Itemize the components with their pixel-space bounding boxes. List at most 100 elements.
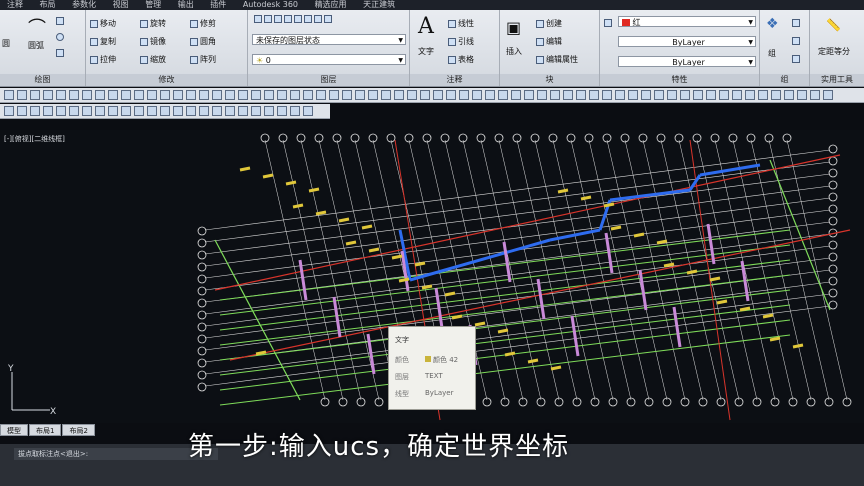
color-select[interactable]: 红 ▼ [618,16,756,27]
toolbar-tool-icon[interactable] [745,90,755,100]
toolbar-tool-icon[interactable] [524,90,534,100]
rotate-button[interactable]: 旋转 [140,18,166,29]
toolbar-tool-icon[interactable] [186,90,196,100]
toolbar-tool-icon[interactable] [342,90,352,100]
rect-icon[interactable] [56,16,66,25]
properties-panel-title[interactable]: 特性 [600,74,759,86]
toolbar-tool-icon[interactable] [212,106,222,116]
modify-panel-title[interactable]: 修改 [86,74,247,86]
toolbar-tool-icon[interactable] [667,90,677,100]
toolbar-tool-icon[interactable] [95,90,105,100]
annotation-panel-title[interactable]: 注释 [410,74,499,86]
toolbar-tool-icon[interactable] [693,90,703,100]
toolbar-tool-icon[interactable] [43,90,53,100]
menu-tangent[interactable]: 天正建筑 [363,0,395,10]
toolbar-tool-icon[interactable] [602,90,612,100]
toolbar-tool-icon[interactable] [43,106,53,116]
toolbar-tool-icon[interactable] [82,106,92,116]
ungroup-icon[interactable] [792,18,802,27]
toolbar-tool-icon[interactable] [329,90,339,100]
viewport-label[interactable]: [-][俯视][二维线框] [4,134,65,144]
hatch-icon[interactable] [56,48,66,57]
toolbar-tool-icon[interactable] [407,90,417,100]
toolbar-tool-icon[interactable] [641,90,651,100]
toolbar-tool-icon[interactable] [771,90,781,100]
group-select-icon[interactable] [792,54,802,63]
tab-model[interactable]: 模型 [0,424,28,436]
insert-button[interactable]: 插入 [506,46,522,57]
block-panel-title[interactable]: 块 [500,74,599,86]
toolbar-tool-icon[interactable] [290,90,300,100]
toolbar-tool-icon[interactable] [160,106,170,116]
match-properties-icon[interactable] [604,18,614,27]
toolbar-tool-icon[interactable] [147,90,157,100]
toolbar-tool-icon[interactable] [160,90,170,100]
ellipse-icon[interactable] [56,32,66,41]
edit-attr-button[interactable]: 编辑属性 [536,54,578,65]
menu-autodesk360[interactable]: Autodesk 360 [243,0,298,10]
menu-layout[interactable]: 布局 [40,0,56,10]
toolbar-tool-icon[interactable] [69,90,79,100]
create-block-button[interactable]: 创建 [536,18,562,29]
toolbar-tool-icon[interactable] [251,90,261,100]
toolbar-tool-icon[interactable] [277,106,287,116]
group-edit-icon[interactable] [792,36,802,45]
toolbar-tool-icon[interactable] [186,106,196,116]
toolbar-tool-icon[interactable] [95,106,105,116]
arc-button[interactable]: 圆弧 [28,40,44,51]
menu-manage[interactable]: 管理 [145,0,161,10]
toolbar-tool-icon[interactable] [823,90,833,100]
toolbar-tool-icon[interactable] [446,90,456,100]
toolbar-tool-icon[interactable] [121,90,131,100]
toolbar-tool-icon[interactable] [472,90,482,100]
leader-button[interactable]: 引线 [448,36,474,47]
toolbar-tool-icon[interactable] [173,90,183,100]
copy-button[interactable]: 复制 [90,36,116,47]
toolbar-tool-icon[interactable] [784,90,794,100]
toolbar-tool-icon[interactable] [199,106,209,116]
toolbar-tool-icon[interactable] [394,90,404,100]
toolbar-tool-icon[interactable] [212,90,222,100]
layer-state-select[interactable]: 未保存的图层状态 ▼ [252,34,406,45]
tab-layout2[interactable]: 布局2 [62,424,95,436]
toolbar-tool-icon[interactable] [459,90,469,100]
toolbar-tool-icon[interactable] [173,106,183,116]
linetype-select[interactable]: ByLayer ▼ [618,36,756,47]
menu-plugins[interactable]: 插件 [210,0,226,10]
menu-view[interactable]: 视图 [113,0,129,10]
toolbar-tool-icon[interactable] [550,90,560,100]
toolbar-tool-icon[interactable] [56,106,66,116]
toolbar-tool-icon[interactable] [654,90,664,100]
linear-dim-button[interactable]: 线性 [448,18,474,29]
circle-button[interactable]: 圆 [2,38,10,49]
toolbar-tool-icon[interactable] [303,90,313,100]
toolbar-tool-icon[interactable] [576,90,586,100]
toolbar-tool-icon[interactable] [498,90,508,100]
toolbar-tool-icon[interactable] [433,90,443,100]
edit-block-button[interactable]: 编辑 [536,36,562,47]
layer-current-select[interactable]: ☀ 0 ▼ [252,54,406,65]
toolbar-tool-icon[interactable] [4,90,14,100]
toolbar-tool-icon[interactable] [589,90,599,100]
measure-button[interactable]: 定距等分 [818,46,850,57]
toolbar-tool-icon[interactable] [147,106,157,116]
table-button[interactable]: 表格 [448,54,474,65]
toolbar-tool-icon[interactable] [225,90,235,100]
toolbar-tool-icon[interactable] [121,106,131,116]
text-button[interactable]: 文字 [418,46,434,57]
toolbar-tool-icon[interactable] [30,90,40,100]
toolbar-tool-icon[interactable] [82,90,92,100]
group-panel-title[interactable]: 组 [760,74,809,86]
toolbar-tool-icon[interactable] [225,106,235,116]
toolbar-tool-icon[interactable] [108,106,118,116]
toolbar-tool-icon[interactable] [199,90,209,100]
menu-output[interactable]: 输出 [178,0,194,10]
fillet-button[interactable]: 圆角 [190,36,216,47]
toolbar-tool-icon[interactable] [134,106,144,116]
toolbar-tool-icon[interactable] [680,90,690,100]
toolbar-tool-icon[interactable] [615,90,625,100]
toolbar-tool-icon[interactable] [381,90,391,100]
arc-icon[interactable]: ⌒ [28,14,46,40]
menu-annotate[interactable]: 注释 [7,0,23,10]
toolbar-tool-icon[interactable] [810,90,820,100]
